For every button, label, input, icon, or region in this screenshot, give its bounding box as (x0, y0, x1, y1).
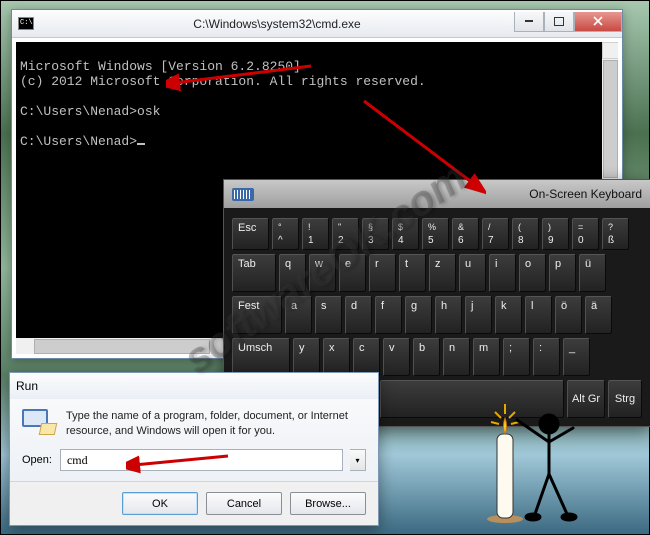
y-key[interactable]: y (293, 338, 320, 376)
g-key[interactable]: g (405, 296, 432, 334)
Fest-key[interactable]: Fest (232, 296, 282, 334)
&-key[interactable]: &6 (452, 218, 479, 250)
(-key[interactable]: (8 (512, 218, 539, 250)
keyboard-icon (232, 188, 254, 201)
Alt Gr-key[interactable]: Alt Gr (567, 380, 605, 418)
r-key[interactable]: r (369, 254, 396, 292)
l-key[interactable]: l (525, 296, 552, 334)
v-key[interactable]: v (383, 338, 410, 376)
Tab-key[interactable]: Tab (232, 254, 276, 292)
?-key[interactable]: ?ß (602, 218, 629, 250)
_-key[interactable]: _ (563, 338, 590, 376)
open-input[interactable] (60, 449, 343, 471)
ü-key[interactable]: ü (579, 254, 606, 292)
/-key[interactable]: /7 (482, 218, 509, 250)
i-key[interactable]: i (489, 254, 516, 292)
j-key[interactable]: j (465, 296, 492, 334)
b-key[interactable]: b (413, 338, 440, 376)
run-title: Run (16, 379, 38, 393)
q-key[interactable]: q (279, 254, 306, 292)
c-key[interactable]: c (353, 338, 380, 376)
a-key[interactable]: a (285, 296, 312, 334)
close-button[interactable] (574, 12, 622, 32)
m-key[interactable]: m (473, 338, 500, 376)
t-key[interactable]: t (399, 254, 426, 292)
f-key[interactable]: f (375, 296, 402, 334)
cmd-title: C:\Windows\system32\cmd.exe (40, 17, 514, 31)
cmd-command: osk (137, 104, 160, 119)
°-key[interactable]: °^ (272, 218, 299, 250)
p-key[interactable]: p (549, 254, 576, 292)
:-key[interactable]: : (533, 338, 560, 376)
dropdown-button[interactable]: ▾ (350, 449, 366, 471)
cmd-line: Microsoft Windows [Version 6.2.8250] (20, 59, 301, 74)
browse-button[interactable]: Browse... (290, 492, 366, 515)
run-description: Type the name of a program, folder, docu… (66, 409, 366, 439)
maximize-button[interactable] (544, 12, 574, 32)
o-key[interactable]: o (519, 254, 546, 292)
k-key[interactable]: k (495, 296, 522, 334)
open-label: Open: (22, 454, 52, 466)
h-key[interactable]: h (435, 296, 462, 334)
cmd-prompt: C:\Users\Nenad> (20, 134, 137, 149)
run-icon (22, 409, 56, 435)
cursor (137, 143, 145, 145)
space-key[interactable] (380, 380, 564, 418)
ä-key[interactable]: ä (585, 296, 612, 334)
cmd-titlebar[interactable]: C:\Windows\system32\cmd.exe (12, 10, 622, 38)
%-key[interactable]: %5 (422, 218, 449, 250)
cmd-line: (c) 2012 Microsoft Corporation. All righ… (20, 74, 426, 89)
ö-key[interactable]: ö (555, 296, 582, 334)
Esc-key[interactable]: Esc (232, 218, 269, 250)
Umsch-key[interactable]: Umsch (232, 338, 290, 376)
cancel-button[interactable]: Cancel (206, 492, 282, 515)
)-key[interactable]: )9 (542, 218, 569, 250)
u-key[interactable]: u (459, 254, 486, 292)
z-key[interactable]: z (429, 254, 456, 292)
e-key[interactable]: e (339, 254, 366, 292)
d-key[interactable]: d (345, 296, 372, 334)
osk-titlebar[interactable]: On-Screen Keyboard (224, 180, 650, 208)
minimize-button[interactable] (514, 12, 544, 32)
x-key[interactable]: x (323, 338, 350, 376)
;-key[interactable]: ; (503, 338, 530, 376)
cmd-icon (18, 17, 34, 30)
osk-title: On-Screen Keyboard (529, 187, 642, 201)
$-key[interactable]: $4 (392, 218, 419, 250)
run-dialog: Run Type the name of a program, folder, … (9, 372, 379, 526)
ok-button[interactable]: OK (122, 492, 198, 515)
s-key[interactable]: s (315, 296, 342, 334)
"-key[interactable]: "2 (332, 218, 359, 250)
Strg-key[interactable]: Strg (608, 380, 642, 418)
!-key[interactable]: !1 (302, 218, 329, 250)
cmd-prompt: C:\Users\Nenad> (20, 104, 137, 119)
=-key[interactable]: =0 (572, 218, 599, 250)
run-titlebar[interactable]: Run (10, 373, 378, 399)
w-key[interactable]: w (309, 254, 336, 292)
§-key[interactable]: §3 (362, 218, 389, 250)
n-key[interactable]: n (443, 338, 470, 376)
